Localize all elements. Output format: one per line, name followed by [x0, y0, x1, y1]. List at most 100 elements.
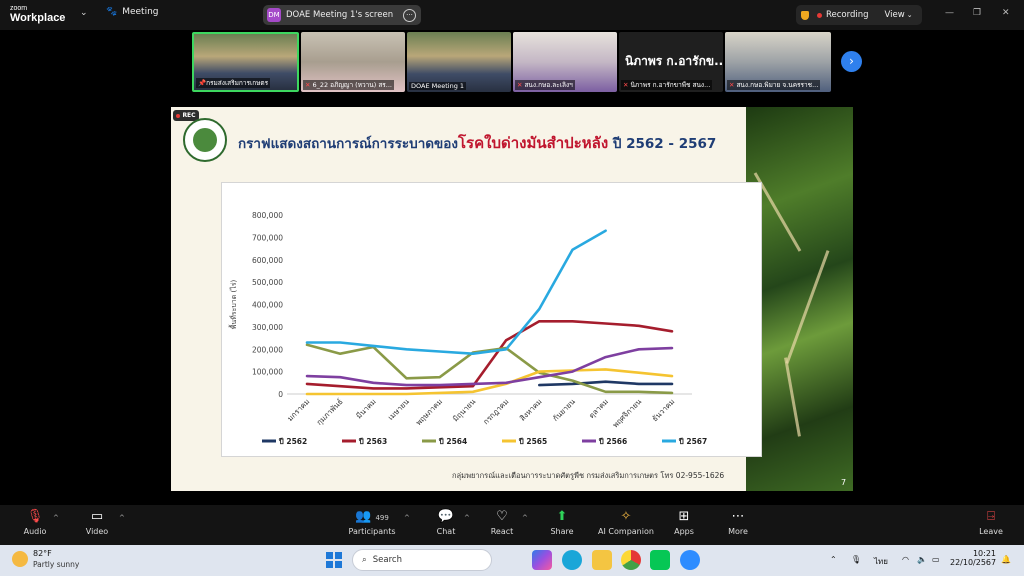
meeting-label: Meeting — [122, 7, 159, 17]
x-tick-label: สิงหาคม — [518, 397, 544, 423]
participant-count: 499 — [375, 514, 389, 522]
app-logo-line2: Workplace — [10, 12, 66, 24]
recording-indicator[interactable]: Recording View ⌄ — [796, 5, 922, 25]
recording-label: Recording — [826, 10, 869, 20]
muted-mic-icon: ✕ — [729, 81, 735, 89]
screen-share-indicator[interactable]: DM DOAE Meeting 1's screen ··· — [263, 5, 421, 25]
x-tick-label: มีนาคม — [354, 397, 378, 421]
more-options-icon[interactable]: ··· — [403, 8, 416, 22]
more-icon: ⋯ — [731, 509, 745, 524]
react-options-caret[interactable]: ^ — [522, 514, 528, 522]
x-tick-label: ตุลาคม — [587, 397, 610, 420]
participant-tile[interactable]: DOAE Meeting 1 — [407, 32, 511, 92]
zoom-app-icon[interactable] — [680, 550, 700, 570]
battery-icon[interactable]: ▭ — [932, 555, 940, 564]
y-tick-label: 600,000 — [252, 256, 283, 265]
share-screen-icon: ⬆ — [556, 509, 568, 524]
y-tick-label: 800,000 — [252, 211, 283, 220]
speaker-icon[interactable]: 🔈 — [917, 555, 927, 564]
slide-title: กราฟแสดงสถานการณ์การระบาดของโรคใบด่างมัน… — [238, 134, 717, 152]
taskbar-clock[interactable]: 10:21 22/10/2567 — [950, 549, 996, 567]
file-explorer-icon[interactable] — [592, 550, 612, 570]
clock-time: 10:21 — [972, 549, 996, 558]
cassava-leaf-image — [746, 107, 853, 491]
windows-taskbar — [0, 545, 1024, 576]
y-tick-label: 300,000 — [252, 323, 283, 332]
pin-icon: 📌 — [198, 79, 207, 87]
y-tick-label: 0 — [278, 390, 283, 399]
slide-source-text: กลุ่มพยากรณ์และเตือนการระบาดศัตรูพืช กรม… — [452, 471, 725, 480]
weather-icon[interactable] — [12, 551, 28, 567]
participants-button[interactable]: 👥 499 Participants — [342, 509, 402, 536]
legend-label: ปี 2567 — [678, 437, 707, 446]
paw-icon: 🐾 — [106, 7, 118, 17]
wifi-icon[interactable]: ◠ — [902, 555, 909, 564]
y-tick-label: 100,000 — [252, 368, 283, 377]
weather-description[interactable]: Partly sunny — [33, 560, 79, 569]
input-language[interactable]: ไทย — [874, 555, 888, 568]
participant-tile[interactable]: นิภาพร ก.อารักข... ✕ นิภาพร ก.อารักขาพืช … — [619, 32, 723, 92]
meeting-info-button[interactable]: 🐾 Meeting — [106, 7, 159, 17]
record-dot-icon — [176, 113, 181, 118]
close-icon[interactable]: ✕ — [1002, 8, 1010, 18]
share-button[interactable]: ⬆ Share — [532, 509, 592, 536]
apps-button[interactable]: ⊞ Apps — [654, 509, 714, 536]
notification-bell-icon[interactable]: 🔔 — [1001, 555, 1011, 564]
participant-tile[interactable]: ✕ สนง.กษอ.พิมาย จ.นครราช... — [725, 32, 831, 92]
sparkle-icon: ✧ — [620, 509, 632, 524]
view-button[interactable]: View ⌄ — [885, 10, 913, 20]
chevron-down-icon[interactable]: ⌄ — [80, 8, 88, 18]
participant-tile[interactable]: ✕ สนง.กษอ.ละเลิงฯ — [513, 32, 617, 92]
muted-mic-icon: ✕ — [517, 81, 523, 89]
more-button[interactable]: ⋯ More — [708, 509, 768, 536]
muted-mic-icon: ✕ — [305, 81, 311, 89]
minimize-icon[interactable]: — — [945, 8, 954, 18]
line-chart: 0 100,000 200,000 300,000 400,000 500,000 600,… — [227, 211, 707, 446]
security-shield-icon — [801, 10, 809, 20]
slide-number: 7 — [841, 478, 847, 487]
participant-display-name: นิภาพร ก.อารักข... — [625, 54, 723, 68]
edge-browser-icon[interactable] — [562, 550, 582, 570]
legend-label: ปี 2564 — [438, 437, 467, 446]
avatar: DM — [267, 8, 281, 22]
legend-label: ปี 2563 — [358, 437, 387, 446]
copilot-icon[interactable] — [532, 550, 552, 570]
series-line — [538, 380, 674, 387]
legend-label: ปี 2562 — [278, 437, 307, 446]
participant-tile[interactable]: ✕ 6_22 อภิญญา (หวาน) สร... — [301, 32, 405, 92]
chart-container: 0 100,000 200,000 300,000 400,000 500,000 600,… — [221, 182, 762, 457]
y-tick-label: 400,000 — [252, 301, 283, 310]
recording-dot-icon — [817, 12, 822, 18]
x-tick-label: กรกฎาคม — [481, 397, 510, 426]
leave-button[interactable]: ⍈ Leave — [961, 509, 1021, 536]
participant-name: DOAE Meeting 1 — [409, 82, 467, 90]
weather-temperature[interactable]: 82°F — [33, 549, 52, 558]
y-tick-label: 200,000 — [252, 345, 283, 354]
line-app-icon[interactable] — [650, 550, 670, 570]
video-button[interactable]: ▭ Video — [67, 509, 127, 536]
muted-mic-icon: ✕ — [623, 81, 629, 89]
chat-options-caret[interactable]: ^ — [464, 514, 470, 522]
microphone-icon[interactable]: 🎙 — [851, 555, 861, 564]
video-options-caret[interactable]: ^ — [119, 514, 125, 522]
tray-overflow-icon[interactable]: ⌃ — [830, 555, 837, 564]
participants-options-caret[interactable]: ^ — [404, 514, 410, 522]
x-tick-label: กันยายน — [551, 397, 577, 423]
windows-start-icon[interactable] — [326, 552, 342, 568]
next-page-button[interactable]: › — [841, 51, 862, 72]
participant-tile[interactable]: 📌กรมส่งเสริมการเกษตร — [192, 32, 299, 92]
audio-options-caret[interactable]: ^ — [53, 514, 59, 522]
y-axis-label: พื้นที่ระบาด (ไร่) — [227, 280, 238, 330]
department-emblem-icon — [183, 118, 227, 162]
x-tick-label: ธันวาคม — [650, 397, 676, 423]
participant-name: ✕ 6_22 อภิญญา (หวาน) สร... — [303, 80, 394, 90]
chrome-icon[interactable] — [621, 550, 641, 570]
taskbar-search-box[interactable]: ⌕ Search — [352, 549, 492, 571]
restore-icon[interactable]: ❐ — [973, 8, 981, 18]
chevron-right-icon: › — [849, 54, 854, 68]
ai-companion-button[interactable]: ✧ AI Companion — [596, 509, 656, 536]
search-placeholder: Search — [372, 555, 402, 565]
camera-icon: ▭ — [90, 509, 104, 524]
apps-icon: ⊞ — [678, 509, 690, 524]
chevron-down-icon: ⌄ — [906, 11, 913, 19]
